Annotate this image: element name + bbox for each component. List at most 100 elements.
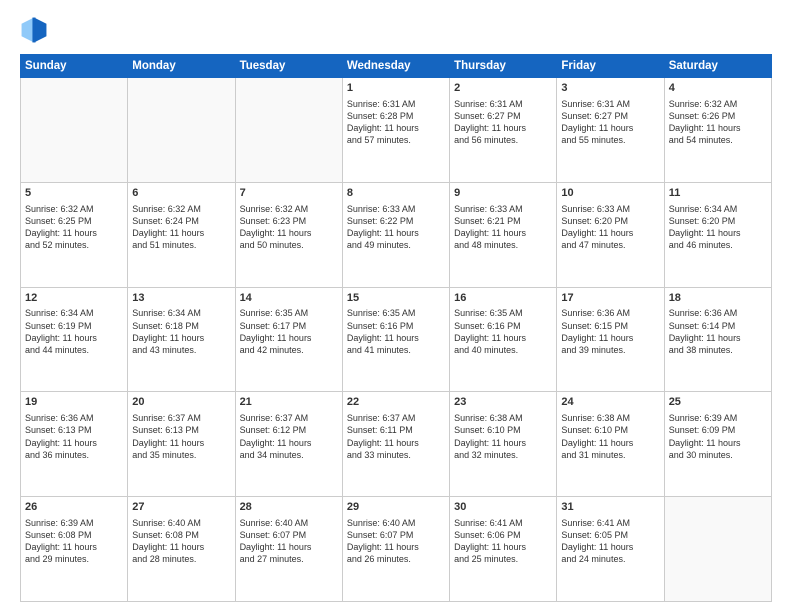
header-row: SundayMondayTuesdayWednesdayThursdayFrid… — [21, 55, 772, 78]
day-number: 11 — [669, 186, 767, 201]
calendar-cell: 18Sunrise: 6:36 AMSunset: 6:14 PMDayligh… — [664, 287, 771, 392]
calendar-cell: 29 Sunrise: 6:40 AMSunset: 6:07 PMDayligh… — [342, 497, 449, 602]
day-info: Sunrise: 6:31 AMSunset: 6:28 PMDaylight:… — [347, 98, 445, 147]
page: SundayMondayTuesdayWednesdayThursdayFrid… — [0, 0, 792, 612]
day-number: 4 — [669, 81, 767, 96]
day-number: 21 — [240, 395, 338, 410]
day-number: 2 — [454, 81, 552, 96]
calendar-cell: 7 Sunrise: 6:32 AMSunset: 6:23 PMDaylight… — [235, 182, 342, 287]
day-info: Sunrise: 6:38 AMSunset: 6:10 PMDaylight:… — [454, 412, 552, 461]
day-number: 17 — [561, 291, 659, 306]
col-header-sunday: Sunday — [21, 55, 128, 78]
calendar-header: SundayMondayTuesdayWednesdayThursdayFrid… — [21, 55, 772, 78]
day-number: 22 — [347, 395, 445, 410]
day-info: Sunrise: 6:36 AMSunset: 6:13 PMDaylight:… — [25, 412, 123, 461]
day-number: 20 — [132, 395, 230, 410]
calendar-cell: 5Sunrise: 6:32 AMSunset: 6:25 PMDaylight… — [21, 182, 128, 287]
calendar-cell: 23Sunrise: 6:38 AMSunset: 6:10 PMDayligh… — [450, 392, 557, 497]
day-info: Sunrise: 6:41 AMSunset: 6:06 PMDaylight:… — [454, 517, 552, 566]
calendar-cell: 16Sunrise: 6:35 AMSunset: 6:16 PMDayligh… — [450, 287, 557, 392]
day-info: Sunrise: 6:34 AMSunset: 6:18 PMDaylight:… — [132, 307, 230, 356]
day-info: Sunrise: 6:31 AMSunset: 6:27 PMDaylight:… — [561, 98, 659, 147]
calendar-cell: 17Sunrise: 6:36 AMSunset: 6:15 PMDayligh… — [557, 287, 664, 392]
calendar-cell — [21, 78, 128, 183]
day-number: 26 — [25, 500, 123, 515]
calendar-cell: 20 Sunrise: 6:37 AMSunset: 6:13 PMDayligh… — [128, 392, 235, 497]
day-number: 28 — [240, 500, 338, 515]
calendar-cell: 21 Sunrise: 6:37 AMSunset: 6:12 PMDayligh… — [235, 392, 342, 497]
day-number: 27 — [132, 500, 230, 515]
day-info: Sunrise: 6:35 AMSunset: 6:16 PMDaylight:… — [454, 307, 552, 356]
day-number: 16 — [454, 291, 552, 306]
day-info: Sunrise: 6:35 AMSunset: 6:16 PMDaylight:… — [347, 307, 445, 356]
day-number: 5 — [25, 186, 123, 201]
day-info: Sunrise: 6:37 AMSunset: 6:12 PMDaylight:… — [240, 412, 338, 461]
week-row-1: 5Sunrise: 6:32 AMSunset: 6:25 PMDaylight… — [21, 182, 772, 287]
logo — [20, 16, 52, 44]
calendar-cell: 4 Sunrise: 6:32 AMSunset: 6:26 PMDaylight… — [664, 78, 771, 183]
day-info: Sunrise: 6:37 AMSunset: 6:11 PMDaylight:… — [347, 412, 445, 461]
calendar-cell: 9Sunrise: 6:33 AMSunset: 6:21 PMDaylight… — [450, 182, 557, 287]
day-number: 24 — [561, 395, 659, 410]
calendar-body: 1 Sunrise: 6:31 AMSunset: 6:28 PMDaylight… — [21, 78, 772, 602]
logo-icon — [20, 16, 48, 44]
day-info: Sunrise: 6:36 AMSunset: 6:15 PMDaylight:… — [561, 307, 659, 356]
day-number: 15 — [347, 291, 445, 306]
calendar-cell: 30 Sunrise: 6:41 AMSunset: 6:06 PMDayligh… — [450, 497, 557, 602]
calendar-cell: 10Sunrise: 6:33 AMSunset: 6:20 PMDayligh… — [557, 182, 664, 287]
calendar-cell: 2Sunrise: 6:31 AMSunset: 6:27 PMDaylight… — [450, 78, 557, 183]
day-info: Sunrise: 6:35 AMSunset: 6:17 PMDaylight:… — [240, 307, 338, 356]
calendar-cell: 12Sunrise: 6:34 AMSunset: 6:19 PMDayligh… — [21, 287, 128, 392]
day-info: Sunrise: 6:39 AMSunset: 6:09 PMDaylight:… — [669, 412, 767, 461]
calendar-cell: 31 Sunrise: 6:41 AMSunset: 6:05 PMDayligh… — [557, 497, 664, 602]
calendar-cell — [664, 497, 771, 602]
col-header-wednesday: Wednesday — [342, 55, 449, 78]
calendar-cell: 27Sunrise: 6:40 AMSunset: 6:08 PMDayligh… — [128, 497, 235, 602]
col-header-thursday: Thursday — [450, 55, 557, 78]
day-info: Sunrise: 6:36 AMSunset: 6:14 PMDaylight:… — [669, 307, 767, 356]
calendar-cell: 11 Sunrise: 6:34 AMSunset: 6:20 PMDayligh… — [664, 182, 771, 287]
calendar-cell: 24 Sunrise: 6:38 AMSunset: 6:10 PMDayligh… — [557, 392, 664, 497]
calendar-table: SundayMondayTuesdayWednesdayThursdayFrid… — [20, 54, 772, 602]
day-number: 3 — [561, 81, 659, 96]
day-info: Sunrise: 6:40 AMSunset: 6:07 PMDaylight:… — [347, 517, 445, 566]
calendar-cell: 26Sunrise: 6:39 AMSunset: 6:08 PMDayligh… — [21, 497, 128, 602]
col-header-saturday: Saturday — [664, 55, 771, 78]
day-info: Sunrise: 6:38 AMSunset: 6:10 PMDaylight:… — [561, 412, 659, 461]
day-number: 13 — [132, 291, 230, 306]
day-number: 1 — [347, 81, 445, 96]
day-number: 12 — [25, 291, 123, 306]
calendar-cell: 8Sunrise: 6:33 AMSunset: 6:22 PMDaylight… — [342, 182, 449, 287]
day-info: Sunrise: 6:41 AMSunset: 6:05 PMDaylight:… — [561, 517, 659, 566]
week-row-3: 19 Sunrise: 6:36 AMSunset: 6:13 PMDayligh… — [21, 392, 772, 497]
calendar-cell — [128, 78, 235, 183]
week-row-4: 26Sunrise: 6:39 AMSunset: 6:08 PMDayligh… — [21, 497, 772, 602]
calendar-cell: 19 Sunrise: 6:36 AMSunset: 6:13 PMDayligh… — [21, 392, 128, 497]
col-header-monday: Monday — [128, 55, 235, 78]
day-info: Sunrise: 6:37 AMSunset: 6:13 PMDaylight:… — [132, 412, 230, 461]
day-info: Sunrise: 6:33 AMSunset: 6:20 PMDaylight:… — [561, 203, 659, 252]
day-number: 30 — [454, 500, 552, 515]
calendar-cell: 22 Sunrise: 6:37 AMSunset: 6:11 PMDayligh… — [342, 392, 449, 497]
day-info: Sunrise: 6:32 AMSunset: 6:23 PMDaylight:… — [240, 203, 338, 252]
calendar-cell: 3 Sunrise: 6:31 AMSunset: 6:27 PMDaylight… — [557, 78, 664, 183]
day-info: Sunrise: 6:34 AMSunset: 6:19 PMDaylight:… — [25, 307, 123, 356]
col-header-tuesday: Tuesday — [235, 55, 342, 78]
calendar-cell: 28Sunrise: 6:40 AMSunset: 6:07 PMDayligh… — [235, 497, 342, 602]
day-number: 18 — [669, 291, 767, 306]
calendar-cell: 13Sunrise: 6:34 AMSunset: 6:18 PMDayligh… — [128, 287, 235, 392]
day-info: Sunrise: 6:32 AMSunset: 6:24 PMDaylight:… — [132, 203, 230, 252]
header — [20, 16, 772, 44]
day-number: 19 — [25, 395, 123, 410]
day-info: Sunrise: 6:32 AMSunset: 6:26 PMDaylight:… — [669, 98, 767, 147]
day-number: 29 — [347, 500, 445, 515]
calendar-cell: 1 Sunrise: 6:31 AMSunset: 6:28 PMDaylight… — [342, 78, 449, 183]
col-header-friday: Friday — [557, 55, 664, 78]
calendar-cell: 14Sunrise: 6:35 AMSunset: 6:17 PMDayligh… — [235, 287, 342, 392]
day-number: 9 — [454, 186, 552, 201]
day-number: 7 — [240, 186, 338, 201]
day-info: Sunrise: 6:34 AMSunset: 6:20 PMDaylight:… — [669, 203, 767, 252]
day-number: 31 — [561, 500, 659, 515]
calendar-cell: 25Sunrise: 6:39 AMSunset: 6:09 PMDayligh… — [664, 392, 771, 497]
week-row-0: 1 Sunrise: 6:31 AMSunset: 6:28 PMDaylight… — [21, 78, 772, 183]
